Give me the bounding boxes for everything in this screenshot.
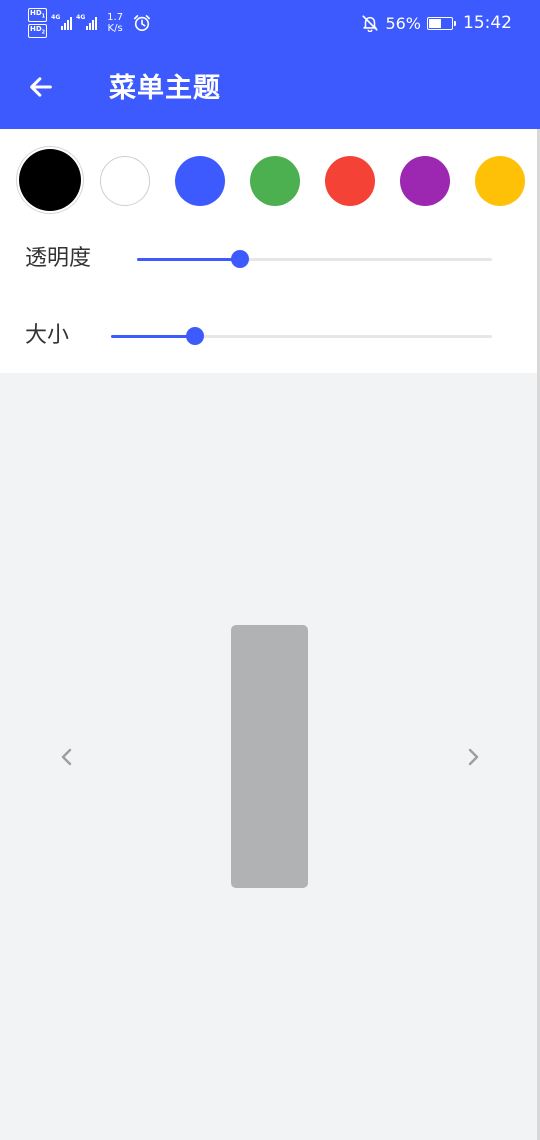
color-swatch-green[interactable] <box>250 156 300 206</box>
signal-4g-icon: 4G <box>76 14 98 30</box>
opacity-slider-row: 透明度 <box>0 234 540 284</box>
color-swatch-red[interactable] <box>325 156 375 206</box>
menu-preview-area <box>0 373 540 1140</box>
opacity-slider-thumb[interactable] <box>230 250 249 268</box>
color-swatch-blue[interactable] <box>175 156 225 206</box>
status-right: 56% 15:42 <box>361 8 512 38</box>
status-time: 15:42 <box>463 13 512 33</box>
net-speed: 1.7 K/s <box>107 12 123 34</box>
opacity-slider[interactable] <box>137 250 492 268</box>
app-bar: 菜单主题 <box>0 45 540 129</box>
chevron-right-icon <box>468 748 479 766</box>
size-slider-thumb[interactable] <box>185 327 204 345</box>
color-swatch-row <box>0 129 540 229</box>
prev-button[interactable] <box>52 742 82 772</box>
size-slider[interactable] <box>111 327 492 345</box>
arrow-left-icon <box>30 77 52 97</box>
page-title: 菜单主题 <box>109 73 221 104</box>
floating-menu-preview[interactable] <box>231 625 308 888</box>
network-type-label: 4G <box>51 14 61 21</box>
battery-percent: 56% <box>385 13 421 33</box>
size-label: 大小 <box>25 323 70 348</box>
size-slider-fill <box>111 335 195 338</box>
color-swatch-purple[interactable] <box>400 156 450 206</box>
back-button[interactable] <box>18 65 64 109</box>
color-swatch-amber[interactable] <box>475 156 525 206</box>
next-button[interactable] <box>458 742 488 772</box>
size-slider-row: 大小 <box>0 311 540 361</box>
theme-settings-panel: 透明度 大小 <box>0 129 540 373</box>
chevron-left-icon <box>61 748 72 766</box>
color-swatch-black[interactable] <box>19 149 81 211</box>
opacity-label: 透明度 <box>25 246 92 271</box>
status-bar: HD1 HD2 4G 4G 1.7 K/s 56% 15:42 <box>0 0 540 45</box>
network-type-label: 4G <box>76 14 86 21</box>
sim-indicators: HD1 HD2 <box>28 7 48 39</box>
bell-off-icon <box>362 15 378 32</box>
net-speed-unit: K/s <box>107 23 123 34</box>
hd-sim2-icon: HD2 <box>28 24 48 39</box>
color-swatch-white[interactable] <box>100 156 150 206</box>
alarm-clock-icon <box>134 14 151 32</box>
opacity-slider-fill <box>137 258 240 261</box>
hd-sim1-icon: HD1 <box>28 7 48 22</box>
battery-level-fill <box>429 18 441 28</box>
battery-icon <box>427 16 456 30</box>
status-left: HD1 HD2 4G 4G 1.7 K/s <box>28 7 151 39</box>
signal-4g-icon: 4G <box>51 14 73 30</box>
net-speed-value: 1.7 <box>107 12 124 23</box>
